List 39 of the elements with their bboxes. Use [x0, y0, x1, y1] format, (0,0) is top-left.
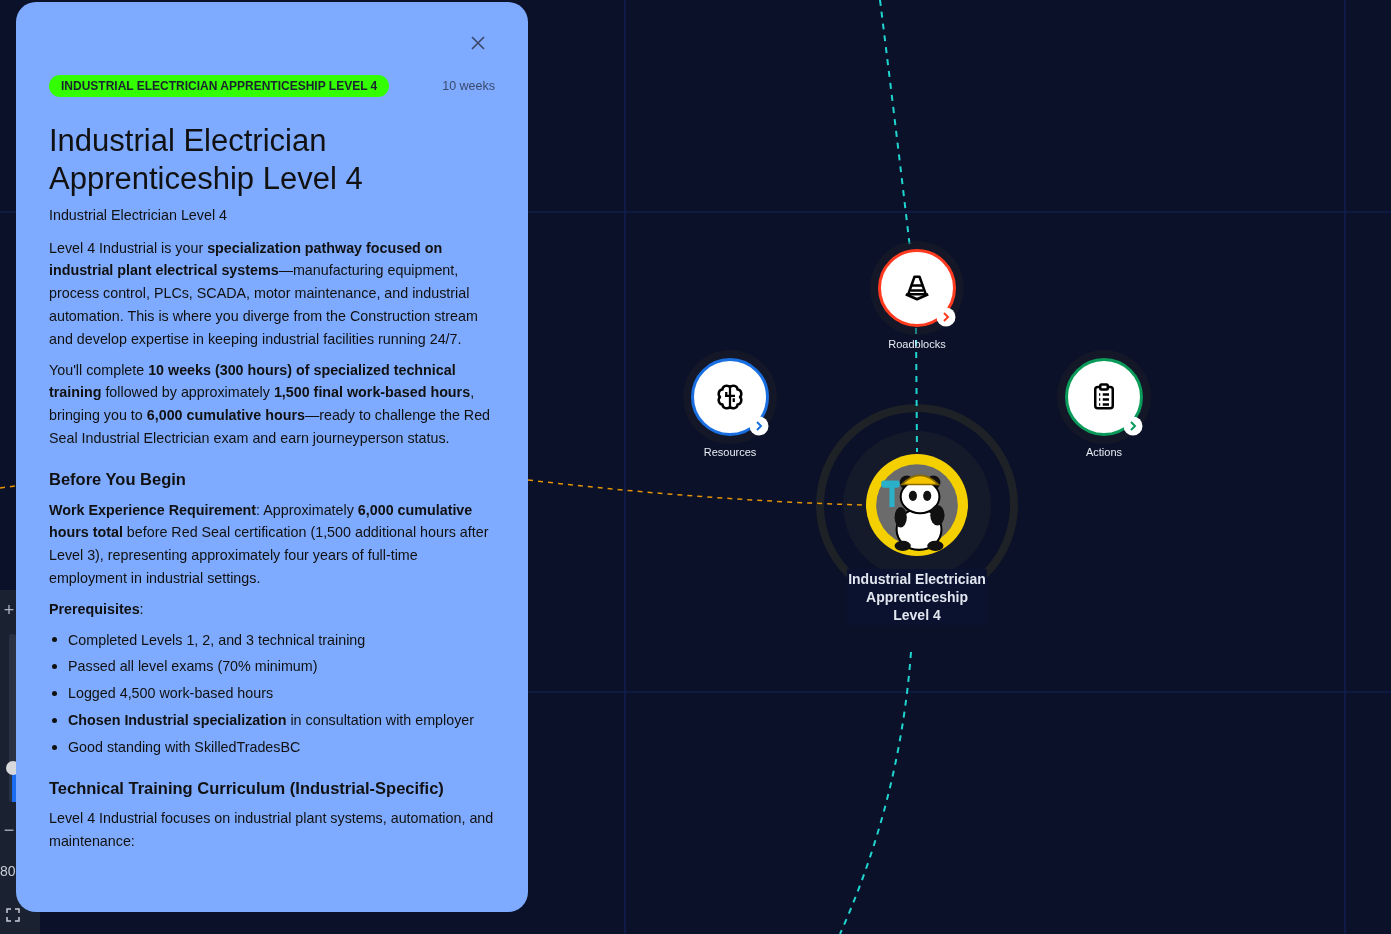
list-item-text: Passed all level exams (70% minimum): [68, 657, 318, 677]
panel-subtitle: Industrial Electrician Level 4: [49, 205, 228, 225]
section-heading: Technical Training Curriculum (Industrial-Specific): [49, 777, 445, 799]
zoom-percent: 80: [0, 863, 16, 879]
body-paragraph: You'll complete 10 weeks (300 hours) of specialized technical training followed by approximately 1,500 final work-based hours, bringing you to 6,000 cumulative hours—ready to challenge the Red Seal Industrial Electrician exam and earn journeyperson status.: [49, 360, 492, 448]
brain-icon: [715, 382, 745, 412]
node-button[interactable]: [691, 358, 769, 436]
close-icon: [470, 35, 486, 51]
bullet-icon: [52, 664, 57, 670]
section-heading: Before You Begin: [49, 468, 187, 490]
node-title: Industrial Electrician Apprenticeship Level 4: [847, 569, 987, 625]
node-label: Roadblocks: [887, 337, 947, 352]
bullet-icon: [52, 637, 57, 643]
node-button[interactable]: [878, 249, 956, 327]
body-paragraph: Level 4 Industrial focuses on industrial plant systems, automation, and maintenance:: [49, 809, 495, 852]
chevron-icon[interactable]: [936, 307, 956, 327]
list-item-text: Completed Levels 1, 2, and 3 technical training: [68, 630, 366, 650]
duration-label: 10 weeks: [442, 78, 495, 95]
node-label: Resources: [702, 445, 758, 460]
list-item-text: Logged 4,500 work-based hours: [68, 684, 274, 704]
connector-line: [0, 485, 16, 489]
panel-title: Industrial Electrician Apprenticeship Level 4: [49, 121, 364, 198]
list-item-text: Good standing with SkilledTradesBC: [68, 737, 301, 757]
bullet-icon: [52, 744, 57, 750]
zoom-in-button[interactable]: +: [2, 601, 16, 619]
node-button[interactable]: [1065, 358, 1143, 436]
chevron-icon[interactable]: [749, 416, 769, 436]
cone-icon: [902, 273, 932, 303]
list-item-text: Chosen Industrial specialization in consultation with employer: [68, 710, 474, 730]
fullscreen-icon[interactable]: [6, 908, 20, 922]
category-badge: INDUSTRIAL ELECTRICIAN APPRENTICESHIP LEVEL 4: [49, 75, 390, 98]
bullet-icon: [52, 717, 57, 723]
body-paragraph: Work Experience Requirement: Approximately 6,000 cumulative hours total before Red Seal certification (1,500 additional hours after Level 3), representing approximately four years of full-time employment in industrial settings.: [49, 500, 490, 588]
bullet-icon: [52, 691, 57, 697]
zoom-out-button[interactable]: −: [2, 821, 16, 839]
chevron-icon[interactable]: [1123, 416, 1143, 436]
body-paragraph: Level 4 Industrial is your specialization pathway focused on industrial plant electrical systems—manufacturing equipment, process control, PLCs, SCADA, motor maintenance, and industrial automation. This is where you diverge from the Construction stream and develop expertise in keeping industrial facilities running 24/7.: [49, 238, 479, 349]
body-paragraph: Prerequisites:: [49, 599, 145, 619]
node-label: Actions: [1084, 445, 1124, 460]
